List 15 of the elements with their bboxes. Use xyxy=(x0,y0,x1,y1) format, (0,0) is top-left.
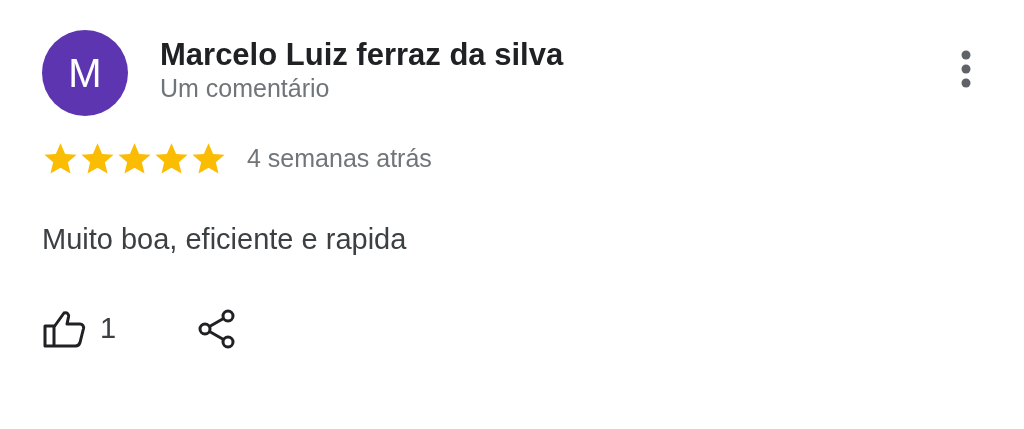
star-icon xyxy=(116,140,153,177)
review-count: Um comentário xyxy=(160,73,331,104)
like-button[interactable]: 1 xyxy=(42,307,117,351)
author-name: Marcelo Luiz ferraz da silva xyxy=(160,36,565,74)
star-icon xyxy=(190,140,227,177)
like-count: 1 xyxy=(100,311,117,346)
review-date: 4 semanas atrás xyxy=(247,143,432,174)
review-text: Muito boa, eficiente e rapida xyxy=(42,221,408,257)
avatar: M xyxy=(42,30,128,116)
share-button[interactable] xyxy=(198,308,237,349)
star-icon xyxy=(79,140,116,177)
more-vertical-icon xyxy=(960,50,972,88)
star-icon xyxy=(153,140,190,177)
thumbs-up-icon xyxy=(42,309,86,348)
star-icon xyxy=(42,140,79,177)
